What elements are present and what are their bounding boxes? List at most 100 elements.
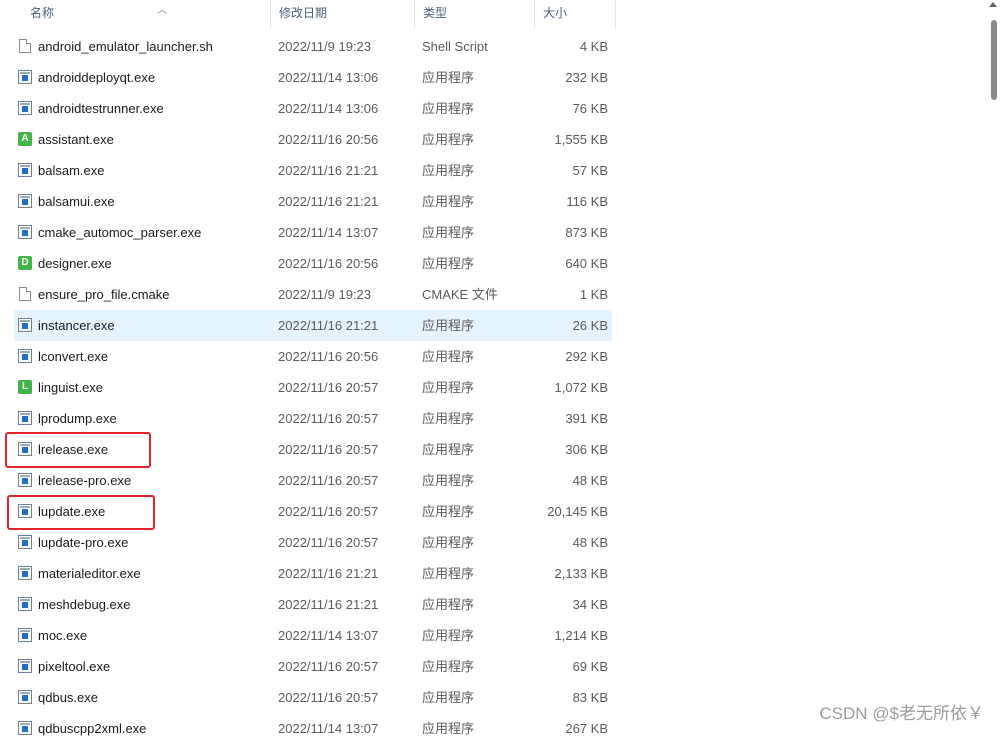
column-header-name-label: 名称	[30, 6, 55, 20]
column-header-name[interactable]: 名称 ︿	[14, 0, 271, 28]
file-type: 应用程序	[422, 101, 475, 116]
file-type: 应用程序	[422, 473, 475, 488]
file-modified-date: 2022/11/16 20:56	[278, 256, 379, 271]
file-name: instancer.exe	[38, 318, 115, 333]
file-name: moc.exe	[38, 628, 88, 643]
exe-icon	[18, 163, 32, 177]
file-row[interactable]: Ddesigner.exe 2022/11/16 20:56 应用程序 640 KB	[14, 248, 612, 279]
file-name: linguist.exe	[38, 380, 104, 395]
qt-linguist-icon: L	[18, 380, 32, 394]
exe-icon	[18, 194, 32, 208]
file-type: 应用程序	[422, 70, 475, 85]
file-modified-date: 2022/11/16 21:21	[278, 566, 379, 581]
file-row[interactable]: instancer.exe 2022/11/16 21:21 应用程序 26 KB	[14, 310, 612, 341]
file-row[interactable]: balsamui.exe 2022/11/16 21:21 应用程序 116 KB	[14, 186, 612, 217]
document-icon	[19, 39, 31, 53]
file-row[interactable]: Aassistant.exe 2022/11/16 20:56 应用程序 1,555 …	[14, 124, 612, 155]
vertical-scrollbar[interactable]	[986, 0, 1000, 732]
file-type: 应用程序	[422, 194, 475, 209]
file-row[interactable]: android_emulator_launcher.sh 2022/11/9 19…	[14, 31, 612, 62]
file-modified-date: 2022/11/16 20:57	[278, 535, 379, 550]
file-row[interactable]: lprodump.exe 2022/11/16 20:57 应用程序 391 KB	[14, 403, 612, 434]
file-size: 34 KB	[572, 597, 608, 612]
file-row[interactable]: cmake_automoc_parser.exe 2022/11/14 13:07…	[14, 217, 612, 248]
file-size: 1,214 KB	[554, 628, 609, 643]
file-row[interactable]: androiddeployqt.exe 2022/11/14 13:06 应用程序 2…	[14, 62, 612, 93]
file-name: balsam.exe	[38, 163, 105, 178]
file-name: pixeltool.exe	[38, 659, 111, 674]
file-row[interactable]: lrelease-pro.exe 2022/11/16 20:57 应用程序 48 K…	[14, 465, 612, 496]
file-size: 232 KB	[565, 70, 608, 85]
file-name: ensure_pro_file.cmake	[38, 287, 170, 302]
file-modified-date: 2022/11/16 20:56	[278, 349, 379, 364]
file-type: Shell Script	[422, 39, 488, 54]
highlight-box-lupdate	[7, 495, 155, 530]
file-name: cmake_automoc_parser.exe	[38, 225, 202, 240]
file-row[interactable]: pixeltool.exe 2022/11/16 20:57 应用程序 69 KB	[14, 651, 612, 682]
file-size: 640 KB	[565, 256, 608, 271]
file-modified-date: 2022/11/16 21:21	[278, 597, 379, 612]
file-row[interactable]: moc.exe 2022/11/14 13:07 应用程序 1,214 KB	[14, 620, 612, 651]
file-row[interactable]: lconvert.exe 2022/11/16 20:56 应用程序 292 KB	[14, 341, 612, 372]
file-size: 69 KB	[572, 659, 608, 674]
column-header-size-label: 大小	[543, 6, 568, 20]
file-size: 873 KB	[565, 225, 608, 240]
file-row[interactable]: meshdebug.exe 2022/11/16 21:21 应用程序 34 KB	[14, 589, 612, 620]
file-type: 应用程序	[422, 690, 475, 705]
column-header-size[interactable]: 大小	[535, 0, 616, 28]
exe-icon	[18, 690, 32, 704]
file-row[interactable]: qdbuscpp2xml.exe 2022/11/14 13:07 应用程序 267 …	[14, 713, 612, 744]
file-type: 应用程序	[422, 628, 475, 643]
file-modified-date: 2022/11/14 13:07	[278, 721, 379, 736]
file-size: 1,555 KB	[554, 132, 609, 147]
file-name: lupdate-pro.exe	[38, 535, 129, 550]
file-row[interactable]: Llinguist.exe 2022/11/16 20:57 应用程序 1,072 K…	[14, 372, 612, 403]
column-header-type[interactable]: 类型	[415, 0, 535, 28]
file-row[interactable]: qdbus.exe 2022/11/16 20:57 应用程序 83 KB	[14, 682, 612, 713]
file-size: 306 KB	[565, 442, 608, 457]
file-name: androiddeployqt.exe	[38, 70, 156, 85]
column-header-type-label: 类型	[423, 6, 448, 20]
file-name: assistant.exe	[38, 132, 114, 147]
file-modified-date: 2022/11/16 20:57	[278, 690, 379, 705]
file-name: materialeditor.exe	[38, 566, 141, 581]
exe-icon	[18, 70, 32, 84]
file-name: lprodump.exe	[38, 411, 117, 426]
file-row[interactable]: ensure_pro_file.cmake 2022/11/9 19:23 CMAK…	[14, 279, 612, 310]
qt-assistant-icon: A	[18, 132, 32, 146]
file-type: 应用程序	[422, 349, 475, 364]
scroll-thumb[interactable]	[991, 20, 997, 100]
scroll-up-arrow-icon[interactable]	[989, 2, 997, 7]
file-type: 应用程序	[422, 411, 475, 426]
file-type: 应用程序	[422, 256, 475, 271]
file-type: 应用程序	[422, 132, 475, 147]
highlight-box-lrelease	[5, 432, 151, 468]
file-modified-date: 2022/11/14 13:06	[278, 70, 379, 85]
file-name: lrelease-pro.exe	[38, 473, 132, 488]
exe-icon	[18, 566, 32, 580]
file-row[interactable]: materialeditor.exe 2022/11/16 21:21 应用程序 2,…	[14, 558, 612, 589]
exe-icon	[18, 597, 32, 611]
exe-icon	[18, 473, 32, 487]
file-modified-date: 2022/11/16 20:57	[278, 659, 379, 674]
file-row[interactable]: androidtestrunner.exe 2022/11/14 13:06 应用程…	[14, 93, 612, 124]
file-size: 48 KB	[572, 473, 608, 488]
file-row[interactable]: lupdate-pro.exe 2022/11/16 20:57 应用程序 48 KB	[14, 527, 612, 558]
file-name: androidtestrunner.exe	[38, 101, 164, 116]
file-size: 4 KB	[579, 39, 608, 54]
file-size: 26 KB	[572, 318, 608, 333]
file-size: 83 KB	[572, 690, 608, 705]
exe-icon	[18, 659, 32, 673]
file-modified-date: 2022/11/16 20:57	[278, 504, 379, 519]
file-name: qdbuscpp2xml.exe	[38, 721, 147, 736]
file-row[interactable]: balsam.exe 2022/11/16 21:21 应用程序 57 KB	[14, 155, 612, 186]
file-modified-date: 2022/11/16 20:57	[278, 380, 379, 395]
file-size: 20,145 KB	[547, 504, 608, 519]
exe-icon	[18, 721, 32, 735]
file-size: 391 KB	[565, 411, 608, 426]
file-type: 应用程序	[422, 566, 475, 581]
watermark: CSDN @$老无所依￥	[819, 704, 984, 723]
file-name: designer.exe	[38, 256, 112, 271]
file-modified-date: 2022/11/16 21:21	[278, 194, 379, 209]
column-header-date[interactable]: 修改日期	[271, 0, 415, 28]
